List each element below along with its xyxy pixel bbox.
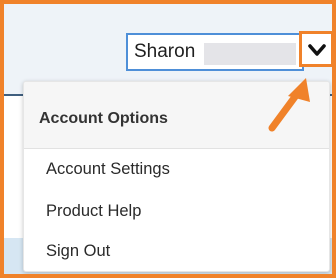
menu-item-account-settings[interactable]: Account Settings [24, 150, 329, 190]
menu-item-sign-out[interactable]: Sign Out [24, 232, 329, 271]
menu-item-label: Sign Out [46, 242, 111, 260]
menu-item-product-help[interactable]: Product Help [24, 192, 329, 232]
redacted-last-name [204, 43, 296, 65]
user-menu-box[interactable]: Sharon [126, 33, 304, 71]
menu-item-label: Account Settings [46, 160, 170, 178]
arrow-icon [268, 78, 310, 132]
chevron-down-icon [308, 44, 326, 56]
user-name: Sharon [134, 41, 196, 62]
screenshot-frame: Sharon Account Options Account Settings … [0, 0, 336, 278]
menu-title: Account Options [39, 110, 168, 127]
account-dropdown-button[interactable] [299, 31, 332, 67]
menu-item-label: Product Help [46, 202, 142, 220]
